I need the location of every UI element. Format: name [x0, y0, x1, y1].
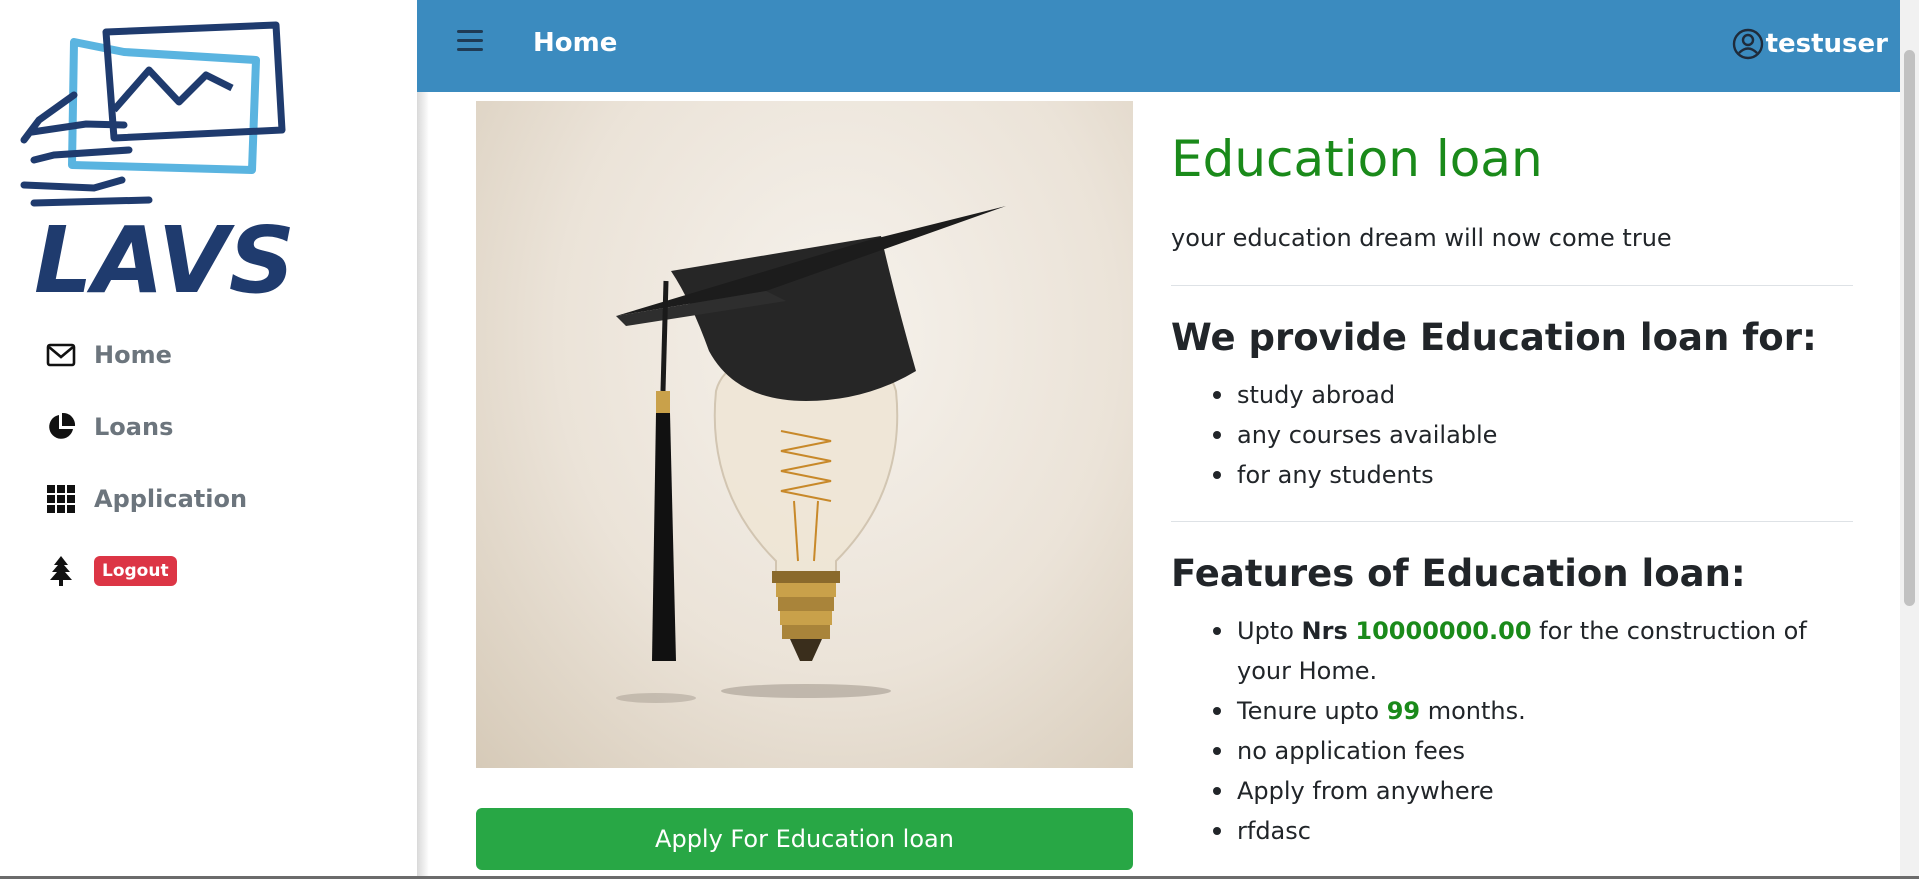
sidebar-item-label: Application	[94, 485, 248, 513]
list-item: study abroad	[1213, 375, 1847, 415]
features-heading: Features of Education loan:	[1171, 552, 1746, 595]
page-title[interactable]: Home	[533, 28, 617, 58]
feature-amount-value: 10000000.00	[1355, 617, 1532, 645]
menu-toggle-icon[interactable]	[457, 30, 483, 54]
sidebar-item-application[interactable]: Application	[46, 484, 247, 514]
sidebar-item-loans[interactable]: Loans	[46, 412, 173, 442]
feature-tenure-value: 99	[1386, 697, 1421, 725]
logo-text: LAVS	[34, 207, 295, 300]
sidebar-item-label: Loans	[94, 413, 174, 441]
divider	[1171, 521, 1853, 522]
list-item: any courses available	[1213, 415, 1847, 455]
top-navbar: Home testuser	[417, 0, 1900, 92]
feature-tenure-suffix: months.	[1427, 697, 1526, 725]
list-item: Apply from anywhere	[1213, 771, 1847, 811]
list-item: Tenure upto 99 months.	[1213, 691, 1847, 731]
features-list: Upto Nrs 10000000.00 for the constructio…	[1213, 611, 1847, 851]
loan-title: Education loan	[1171, 130, 1543, 188]
envelope-icon	[46, 340, 76, 370]
tree-icon	[46, 556, 76, 586]
list-item: no application fees	[1213, 731, 1847, 771]
sidebar-item-label: Home	[94, 341, 172, 369]
feature-tenure-prefix: Tenure upto	[1237, 697, 1380, 725]
username: testuser	[1765, 29, 1888, 59]
provide-list: study abroad any courses available for a…	[1213, 375, 1847, 495]
provide-heading: We provide Education loan for:	[1171, 316, 1817, 359]
sidebar: LAVS Home Loans Application Logout	[0, 0, 417, 879]
pie-chart-icon	[46, 412, 76, 442]
loan-subtitle: your education dream will now come true	[1171, 224, 1672, 252]
apply-education-loan-button[interactable]: Apply For Education loan	[476, 808, 1133, 870]
lavs-logo[interactable]: LAVS	[14, 20, 304, 314]
page-scrollbar[interactable]	[1900, 0, 1919, 879]
sidebar-item-logout[interactable]: Logout	[46, 556, 177, 586]
user-icon	[1732, 28, 1763, 60]
user-menu[interactable]: testuser	[1732, 28, 1888, 60]
logout-button[interactable]: Logout	[94, 556, 177, 586]
divider	[1171, 285, 1853, 286]
grid-icon	[46, 484, 76, 514]
list-item: rfdasc	[1213, 811, 1847, 851]
feature-currency: Nrs	[1301, 617, 1348, 645]
list-item: for any students	[1213, 455, 1847, 495]
graduation-bulb-illustration	[616, 206, 1006, 703]
education-loan-image	[476, 101, 1133, 768]
content-divider	[417, 0, 429, 879]
scrollbar-thumb[interactable]	[1904, 50, 1915, 606]
logo-graphic: LAVS	[20, 21, 295, 314]
sidebar-item-home[interactable]: Home	[46, 340, 172, 370]
feature-amount-prefix: Upto	[1237, 617, 1294, 645]
list-item: Upto Nrs 10000000.00 for the constructio…	[1213, 611, 1847, 691]
